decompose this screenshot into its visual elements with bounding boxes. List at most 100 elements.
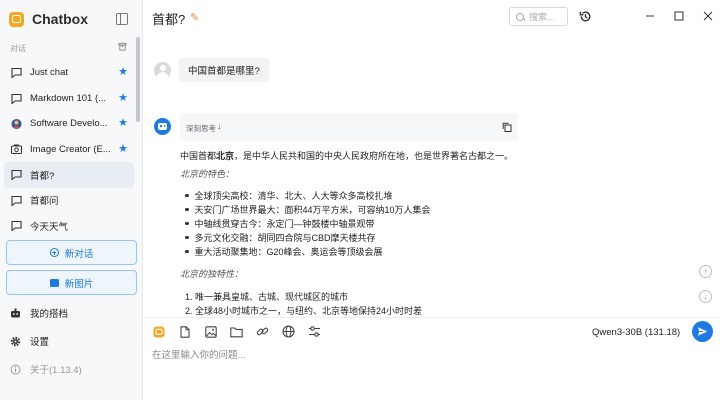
conversation-title: Markdown 101 (... — [30, 92, 107, 104]
new-image-button[interactable]: 新图片 — [6, 270, 137, 295]
search-placeholder: 搜索... — [529, 12, 555, 22]
conversation-item[interactable]: Software Develo... ★ — [4, 111, 134, 137]
about-button[interactable]: 关于(1.13.4) — [10, 362, 82, 376]
minimize-button[interactable] — [642, 8, 658, 24]
chat-header: 首都? ✎ 搜索... — [143, 0, 720, 34]
conversation-item[interactable]: 今天天气 — [4, 213, 134, 239]
unique-list-item: 2. 全球48小时城市之一，与纽约、北京等地保持24小时时差 — [185, 306, 423, 316]
chat-bubble-icon — [11, 169, 22, 181]
scroll-down-icon[interactable]: ↓ — [699, 290, 712, 303]
message-input[interactable] — [152, 347, 692, 363]
info-icon — [10, 364, 21, 375]
send-button[interactable] — [692, 321, 713, 342]
chat-bubble-icon — [11, 93, 22, 104]
conversation-title: 首都问 — [30, 196, 59, 208]
search-icon — [516, 12, 524, 21]
conversation-item-active[interactable]: 首都? — [4, 162, 134, 188]
conversation-item[interactable]: Image Creator (E... ★ — [4, 137, 134, 163]
star-icon[interactable]: ★ — [118, 143, 128, 155]
answer-intro-bold: 北京 — [216, 151, 235, 161]
brand: Chatbox — [9, 9, 88, 29]
star-icon[interactable]: ★ — [118, 117, 128, 129]
folder-icon[interactable] — [230, 325, 243, 338]
conversation-title: 今天天气 — [30, 221, 69, 233]
input-area: Qwen3-30B (131.18) — [143, 317, 720, 400]
chat-bubble-icon — [11, 195, 22, 206]
settings-label: 设置 — [30, 337, 50, 348]
feature-list-item: 多元文化交融：胡同四合院与CBD摩天楼共存 — [185, 232, 376, 244]
plus-circle-icon — [49, 248, 59, 257]
chat-bubble-icon — [11, 220, 22, 232]
feature-text: 多元文化交融：胡同四合院与CBD摩天楼共存 — [194, 233, 376, 243]
my-copilots-label: 我的搭档 — [30, 309, 69, 320]
adjust-settings-icon[interactable] — [308, 325, 321, 338]
star-icon[interactable]: ★ — [118, 66, 128, 78]
model-selector[interactable]: Qwen3-30B (131.18) — [592, 327, 680, 338]
expand-reasoning-icon[interactable]: ↓ — [217, 121, 222, 131]
image-icon — [49, 278, 59, 287]
chatbox-logo-icon — [9, 11, 24, 27]
message-list: 中国首都是哪里? 深刻思考 ↓ 中国首都北京，是中华人民共和国的中央人民政府所在… — [143, 34, 720, 317]
assistant-avatar-icon — [154, 118, 171, 135]
attach-image-icon[interactable] — [204, 325, 217, 338]
conversations-section-label: 对话 — [10, 44, 26, 53]
conversation-title: Image Creator (E... — [30, 143, 111, 155]
sidebar-scrollbar[interactable] — [136, 37, 140, 122]
conversation-list: Just chat ★ Markdown 101 (... ★ Software… — [4, 60, 134, 239]
chat-title: 首都? — [152, 12, 186, 27]
new-image-label: 新图片 — [64, 278, 94, 290]
feature-text: 天安门广场世界最大：面积44万平方米，可容纳10万人集会 — [194, 205, 431, 215]
chatbox-logo-icon[interactable] — [152, 325, 165, 338]
conversation-item[interactable]: 首都问 — [4, 188, 134, 214]
answer-heading-features: 北京的特色： — [180, 169, 235, 179]
history-icon[interactable] — [578, 9, 592, 23]
collapse-sidebar-icon[interactable] — [116, 13, 128, 25]
conversation-item[interactable]: Just chat ★ — [4, 60, 134, 86]
gear-icon — [10, 336, 21, 347]
unique-list-item: 1. 唯一兼具皇城、古城、现代城区的城市 — [185, 292, 349, 302]
answer-intro: 中国首都北京，是中华人民共和国的中央人民政府所在地，也是世界著名古都之一。 — [180, 150, 513, 162]
conversation-title: 首都? — [30, 170, 55, 182]
attach-file-icon[interactable] — [178, 325, 191, 338]
answer-heading-unique: 北京的独特性： — [180, 269, 244, 279]
search-input[interactable]: 搜索... — [509, 7, 568, 26]
feature-list-item: 重大活动聚集地：G20峰会、奥运会等顶级会展 — [185, 246, 383, 258]
feature-text: 中轴线贯穿古今：永定门—钟鼓楼中轴景观带 — [194, 219, 375, 229]
settings-button[interactable]: 设置 — [10, 334, 49, 348]
feature-text: 全球顶尖高校：清华、北大、人大等众多高校扎堆 — [194, 191, 393, 201]
scroll-up-icon[interactable]: ↑ — [699, 265, 712, 278]
conversation-title: Just chat — [30, 67, 69, 79]
app-name: Chatbox — [32, 11, 88, 27]
edit-title-icon[interactable]: ✎ — [190, 11, 199, 24]
send-icon — [698, 327, 708, 336]
clear-conversations-icon[interactable] — [118, 42, 127, 51]
reasoning-label: 深刻思考 — [186, 124, 216, 133]
chatbox-window: Chatbox 对话 Just chat ★ Markdown 101 (... — [0, 0, 720, 400]
web-search-icon[interactable] — [282, 325, 295, 338]
close-button[interactable] — [700, 8, 716, 24]
developer-avatar-icon — [11, 118, 22, 129]
user-message-bubble: 中国首都是哪里? — [179, 58, 269, 82]
about-label: 关于(1.13.4) — [30, 365, 82, 376]
conversation-item[interactable]: Markdown 101 (... ★ — [4, 86, 134, 112]
feature-list-item: 天安门广场世界最大：面积44万平方米，可容纳10万人集会 — [185, 204, 431, 216]
image-creator-icon — [11, 144, 22, 155]
feature-text: 重大活动聚集地：G20峰会、奥运会等顶级会展 — [194, 247, 383, 257]
my-copilots-button[interactable]: 我的搭档 — [10, 306, 68, 320]
user-avatar-icon — [154, 62, 171, 79]
copy-icon[interactable] — [502, 122, 512, 132]
new-chat-button[interactable]: 新对话 — [6, 240, 137, 265]
sidebar: Chatbox 对话 Just chat ★ Markdown 101 (... — [0, 0, 143, 400]
link-icon[interactable] — [256, 325, 269, 338]
maximize-button[interactable] — [671, 8, 687, 24]
reasoning-panel[interactable]: 深刻思考 ↓ — [180, 113, 518, 141]
chat-bubble-icon — [11, 67, 22, 79]
answer-intro-suffix: ，是中华人民共和国的中央人民政府所在地，也是世界著名古都之一。 — [234, 151, 514, 161]
answer-intro-prefix: 中国首都 — [180, 151, 217, 161]
new-chat-label: 新对话 — [64, 248, 94, 260]
copilot-icon — [10, 308, 21, 319]
feature-list-item: 全球顶尖高校：清华、北大、人大等众多高校扎堆 — [185, 190, 393, 202]
star-icon[interactable]: ★ — [118, 92, 128, 104]
feature-list-item: 中轴线贯穿古今：永定门—钟鼓楼中轴景观带 — [185, 218, 375, 230]
conversation-title: Software Develo... — [30, 118, 108, 130]
